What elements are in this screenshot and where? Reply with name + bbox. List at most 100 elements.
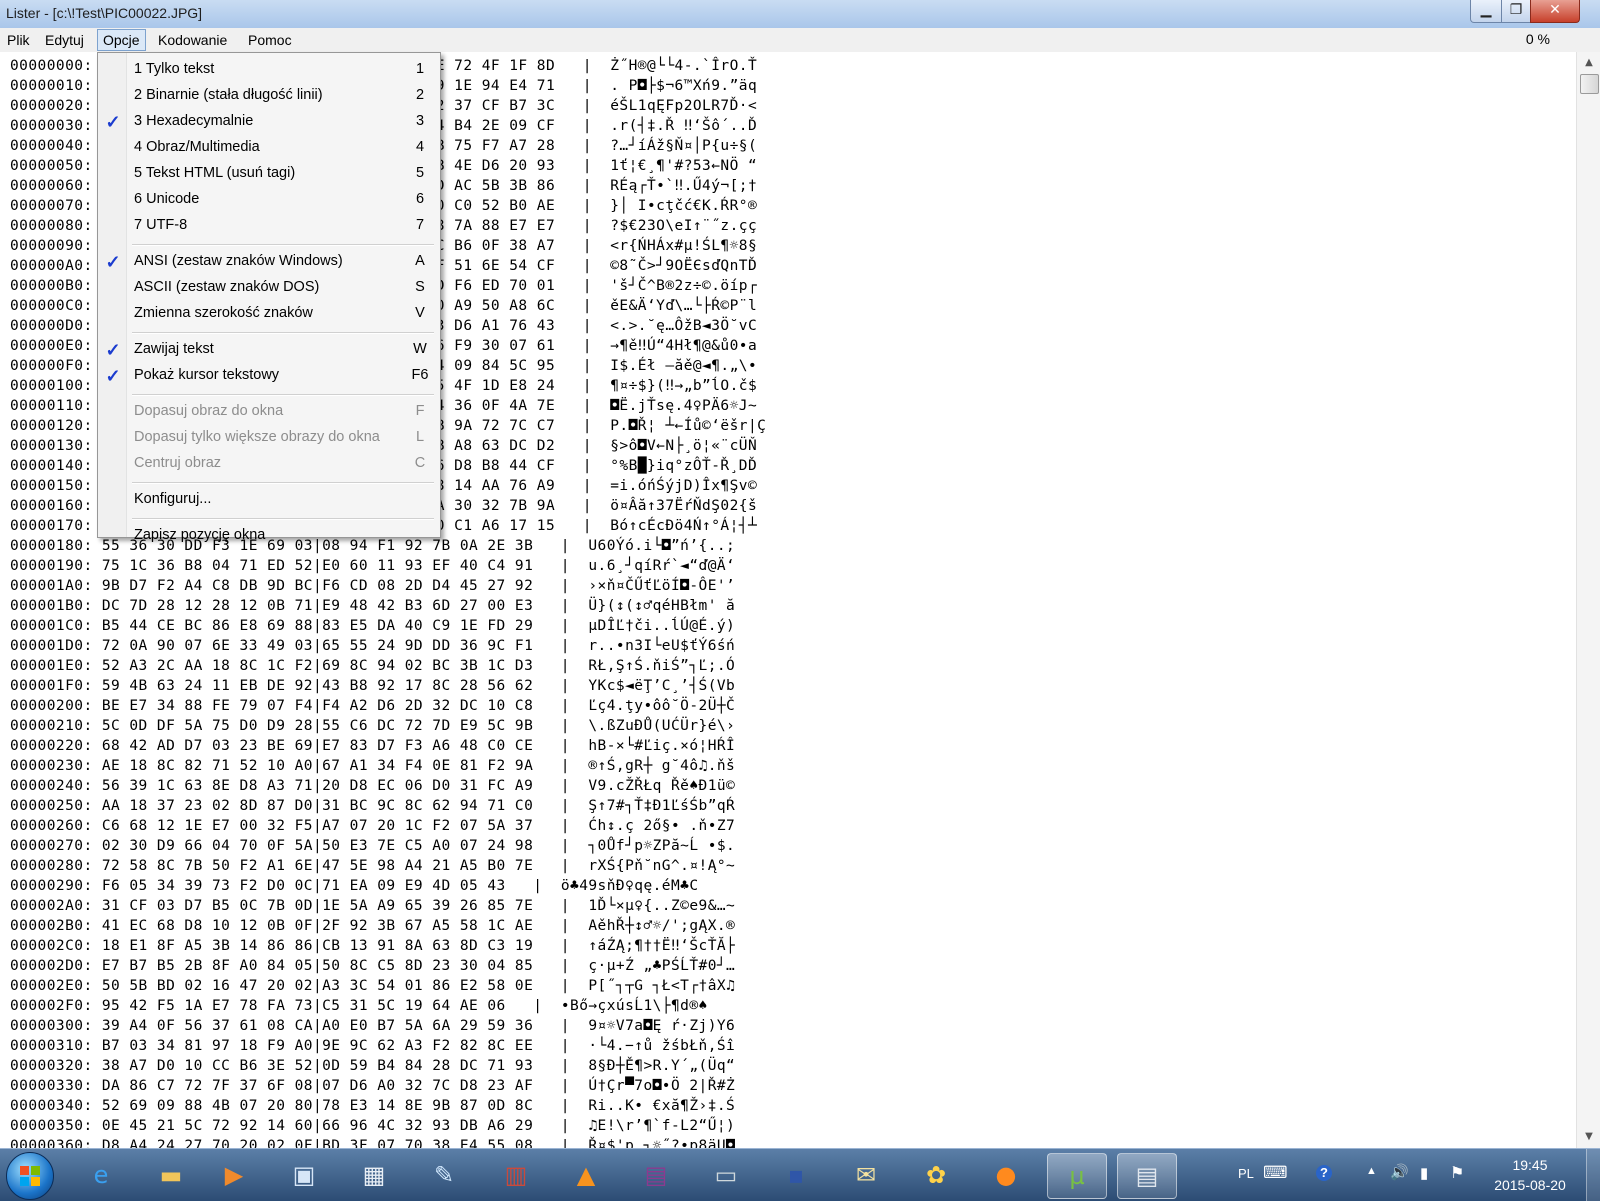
menu-item-label: Dopasuj tylko większe obrazy do okna — [134, 429, 380, 445]
hex-offset: 000000E0: — [10, 338, 93, 354]
show-desktop-button[interactable] — [1586, 1149, 1600, 1201]
start-button[interactable] — [6, 1152, 54, 1200]
hex-ascii: =i.óńŚýjD)Îx¶Şv© — [610, 478, 758, 494]
hex-offset: 00000020: — [10, 98, 93, 114]
menu-kodowanie[interactable]: Kodowanie — [153, 30, 232, 50]
hex-bytes: C4 36 0F 4A 7E — [426, 398, 556, 414]
hex-offset: 00000260: — [10, 818, 93, 834]
checkmark-icon: ✓ — [105, 366, 121, 386]
scroll-down-arrow-icon[interactable]: ▼ — [1577, 1128, 1600, 1146]
hex-ascii: hB-×└#Ľiç.×ó¦HŔÎ — [588, 738, 736, 754]
close-button[interactable]: ✕ — [1530, 0, 1580, 23]
scroll-up-arrow-icon[interactable]: ▲ — [1577, 54, 1600, 72]
hex-offset: 00000110: — [10, 398, 93, 414]
lister-app-icon[interactable]: ▤ — [1117, 1153, 1177, 1199]
menu-item[interactable]: ✓ Zawijaj tekst W — [98, 338, 440, 362]
menu-item[interactable]: ✓ Pokaż kursor tekstowy F6 — [98, 364, 440, 388]
volume-icon[interactable]: 🔊 — [1390, 1163, 1409, 1181]
menu-item[interactable]: ASCII (zestaw znaków DOS) S — [98, 276, 440, 300]
menu-item-label: Zawijaj tekst — [134, 341, 214, 357]
firefox-icon[interactable]: ● — [977, 1153, 1035, 1197]
menu-item-label: Konfiguruj... — [134, 491, 212, 507]
hex-bytes: FD AC 5B 3B 86 — [426, 178, 556, 194]
winrar-books-icon[interactable]: ▥ — [487, 1153, 545, 1197]
menu-item[interactable]: Konfiguruj... — [98, 488, 440, 512]
hex-ascii: ®↑Ś‚gR┼ g˘4ô♫.ňš — [588, 758, 736, 774]
ie-icon[interactable]: e — [72, 1153, 130, 1197]
maximize-button[interactable]: ❐ — [1501, 0, 1531, 23]
hex-ascii: ěE&Ä‘Yď\…└├Ŕ©P¨l — [610, 298, 758, 314]
show-hidden-icons-chevron-icon[interactable]: ▲ — [1366, 1165, 1377, 1177]
menu-item[interactable]: 2 Binarnie (stała długość linii) 2 — [98, 84, 440, 108]
menu-opcje[interactable]: Opcje — [97, 29, 146, 51]
paint-icon[interactable]: ✿ — [907, 1153, 965, 1197]
vlc-cone-icon[interactable]: ▲ — [557, 1153, 615, 1197]
windows-logo-icon — [20, 1166, 40, 1186]
minimize-button[interactable]: ▁ — [1470, 0, 1502, 23]
mail-icon[interactable]: ✉ — [837, 1153, 895, 1197]
hex-offset: 000000B0: — [10, 278, 93, 294]
menu-item[interactable]: ✓ 3 Hexadecymalnie 3 — [98, 110, 440, 134]
hex-ascii: ·└4.−↑ů žśbŁň‚Śî — [588, 1038, 736, 1054]
utorrent-icon[interactable]: µ — [1047, 1153, 1107, 1199]
network-icon[interactable]: ▮ — [1420, 1164, 1428, 1182]
hex-ascii: Ř¤$'p ┐☼˝?•p8äU◘ — [588, 1138, 736, 1148]
floppy-save-icon[interactable]: ▪ — [767, 1153, 825, 1197]
language-indicator[interactable]: PL — [1238, 1166, 1254, 1181]
hex-offset: 00000240: — [10, 778, 93, 794]
hex-bytes: AA 30 32 7B 9A — [426, 498, 556, 514]
media-player-icon[interactable]: ▶ — [205, 1153, 263, 1197]
hex-bytes: BE E7 34 88 FE 79 07 F4|F4 A2 D6 2D 32 D… — [101, 698, 534, 714]
menu-item[interactable]: 6 Unicode 6 — [98, 188, 440, 212]
hex-bytes: 18 E1 8F A5 3B 14 86 86|CB 13 91 8A 63 8… — [101, 938, 534, 954]
hex-ascii: 1ť¦€¸¶'#?53←NÖ “ — [610, 158, 758, 174]
hex-ascii: 'š┘Č^B®2z÷©.öíp┌ — [610, 278, 758, 294]
hex-ascii: ö¤Âă↑37ËŕŇdŞ02{š — [610, 498, 758, 514]
hex-ascii: \.ßZuĐŮ(UĆÜr}é\› — [588, 718, 736, 734]
hex-ascii: Ş↑7#┐Ť‡Đ1ĽśŚb”qŔ — [588, 798, 736, 814]
calculator-icon[interactable]: ▦ — [345, 1153, 403, 1197]
hex-offset: 00000230: — [10, 758, 93, 774]
menu-item[interactable]: ✓ ANSI (zestaw znaków Windows) A — [98, 250, 440, 274]
menu-item[interactable]: 5 Tekst HTML (usuń tagi) 5 — [98, 162, 440, 186]
menu-item[interactable]: 4 Obraz/Multimedia 4 — [98, 136, 440, 160]
hex-offset: 000000D0: — [10, 318, 93, 334]
hex-ascii: §>ô◘V←N├¸ö¦«¨cÜŇ — [610, 438, 758, 454]
hex-offset: 00000270: — [10, 838, 93, 854]
menu-item[interactable]: Zapisz pozycję okna — [98, 524, 440, 548]
menu-pomoc[interactable]: Pomoc — [243, 30, 297, 50]
hex-line: 000002D0: E7 B7 B5 2B 8F A0 84 05|50 8C … — [10, 958, 736, 974]
menu-item-shortcut: A — [415, 253, 425, 269]
hex-ascii: éŠL1qĘFp2OLR7Ď·< — [610, 98, 758, 114]
explorer-folder-icon[interactable]: ▬ — [142, 1153, 200, 1197]
vertical-scrollbar[interactable]: ▲ ▼ — [1576, 52, 1600, 1148]
action-center-flag-icon[interactable]: ⚑ — [1450, 1163, 1464, 1183]
archive-icon[interactable]: ▤ — [627, 1153, 685, 1197]
remote-desktop-icon[interactable]: ▣ — [275, 1153, 333, 1197]
menu-edytuj[interactable]: Edytuj — [40, 30, 89, 50]
help-icon[interactable]: ? — [1316, 1165, 1332, 1181]
hex-line: 000001D0: 72 0A 90 07 6E 33 49 03|65 55 … — [10, 638, 736, 654]
menu-item-label: Pokaż kursor tekstowy — [134, 367, 280, 383]
menu-item-label: Dopasuj obraz do okna — [134, 403, 284, 419]
hex-bytes: 75 1C 36 B8 04 71 ED 52|E0 60 11 93 EF 4… — [101, 558, 534, 574]
clock[interactable]: 19:45 2015-08-20 — [1490, 1155, 1570, 1195]
hex-offset: 000001D0: — [10, 638, 93, 654]
scroll-thumb[interactable] — [1580, 74, 1599, 94]
menu-item-label: 5 Tekst HTML (usuń tagi) — [134, 165, 296, 181]
console-icon[interactable]: ▭ — [697, 1153, 755, 1197]
notepad-icon[interactable]: ✎ — [415, 1153, 473, 1197]
hex-ascii: Ćh↕.ç 2ő§• .ň•Z7 — [588, 818, 736, 834]
hex-ascii: ♫E!\r’¶`f-L2“Ű¦) — [588, 1118, 736, 1134]
menu-plik[interactable]: Plik — [2, 30, 35, 50]
hex-line: 00000270: 02 30 D9 66 04 70 0F 5A|50 E3 … — [10, 838, 736, 854]
menu-item[interactable]: 1 Tylko tekst 1 — [98, 58, 440, 82]
menu-item[interactable]: 7 UTF-8 7 — [98, 214, 440, 238]
hex-ascii: Ż˝H®@└└4-.`ÎrO.Ť — [610, 58, 758, 74]
hex-offset: 00000120: — [10, 418, 93, 434]
hex-bytes: D4 B4 2E 09 CF — [426, 118, 556, 134]
hex-ascii: rXŚ{Pň˘nG^.¤!Ą°~ — [588, 858, 736, 874]
hex-ascii: ¶¤÷$}(‼→„b”ĺO.č$ — [610, 378, 758, 394]
keyboard-icon[interactable]: ⌨ — [1263, 1163, 1288, 1183]
menu-item[interactable]: Zmienna szerokość znaków V — [98, 302, 440, 326]
